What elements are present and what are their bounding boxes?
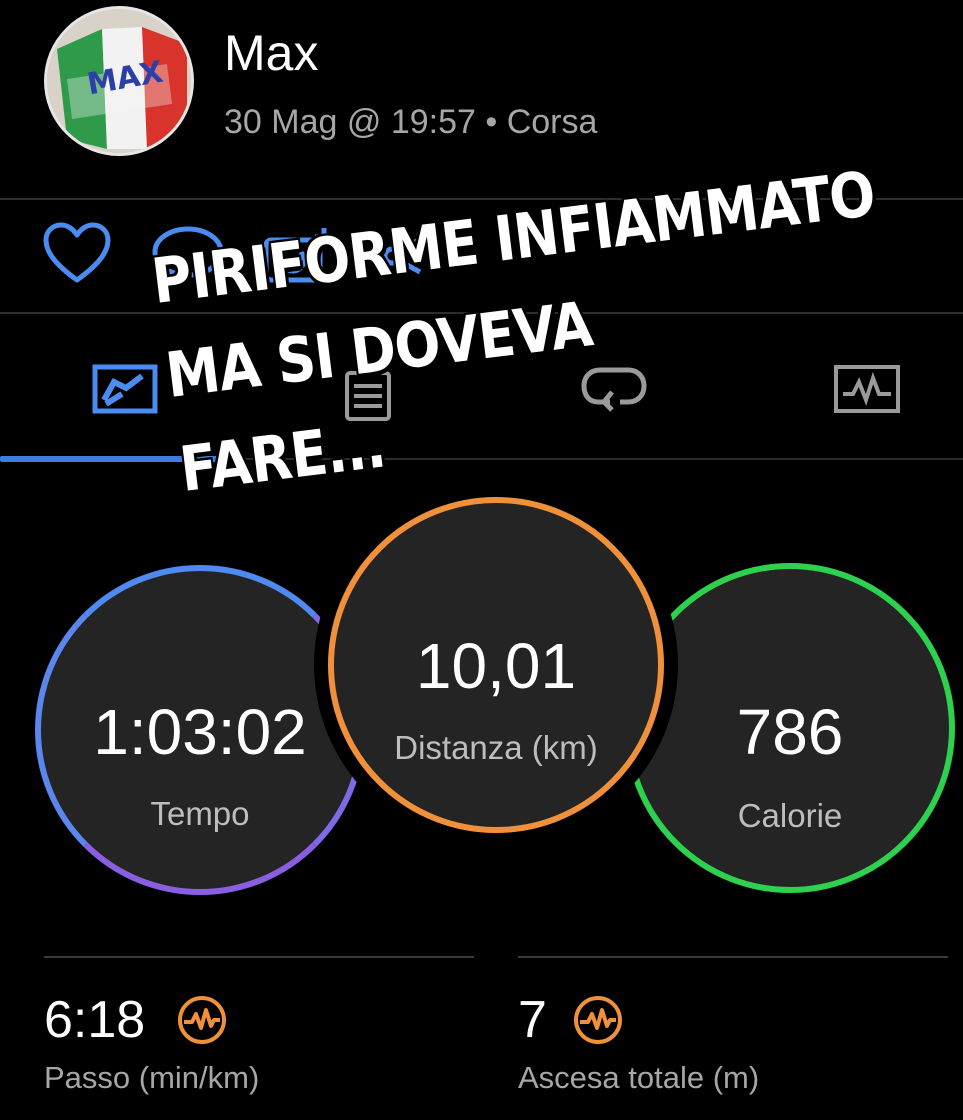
avatar[interactable]: MAX	[44, 6, 194, 156]
heart-icon[interactable]	[42, 222, 112, 286]
ascesa-label: Ascesa totale (m)	[518, 1060, 760, 1095]
passo-value: 6:18	[44, 991, 146, 1049]
overlay-line-1: PIRIFORME INFIAMMATO	[148, 157, 879, 318]
tab-laps[interactable]	[580, 362, 648, 412]
meta-separator: •	[485, 103, 498, 141]
activity-pulse-icon[interactable]	[176, 994, 228, 1046]
user-name[interactable]: Max	[224, 24, 318, 82]
distanza-value: 10,01	[415, 630, 577, 702]
calorie-value: 786	[736, 696, 844, 768]
ascesa-divider	[518, 956, 948, 958]
activity-meta: 30 Mag @ 19:57 • Corsa	[224, 103, 597, 142]
ascesa-value: 7	[518, 991, 547, 1049]
tab-charts[interactable]	[833, 364, 901, 414]
tempo-label: Tempo	[150, 795, 250, 832]
activity-pulse-icon[interactable]	[572, 994, 624, 1046]
overview-map-icon	[92, 364, 158, 414]
laps-icon	[581, 367, 647, 412]
calorie-circle: 786 Calorie	[625, 563, 955, 893]
distanza-label: Distanza (km)	[394, 729, 598, 766]
calorie-label: Calorie	[737, 797, 843, 834]
distanza-circle: 10,01 Distanza (km)	[328, 497, 664, 833]
charts-icon	[834, 365, 900, 413]
passo-divider	[44, 956, 474, 958]
overlay-line-3: FARE...	[176, 408, 389, 506]
activity-date-time: 30 Mag @ 19:57	[224, 103, 476, 141]
tab-overview[interactable]	[92, 364, 158, 414]
passo-label: Passo (min/km)	[44, 1060, 260, 1095]
activity-type: Corsa	[506, 103, 598, 141]
tempo-circle: 1:03:02 Tempo	[35, 565, 365, 895]
tempo-value: 1:03:02	[93, 696, 307, 768]
